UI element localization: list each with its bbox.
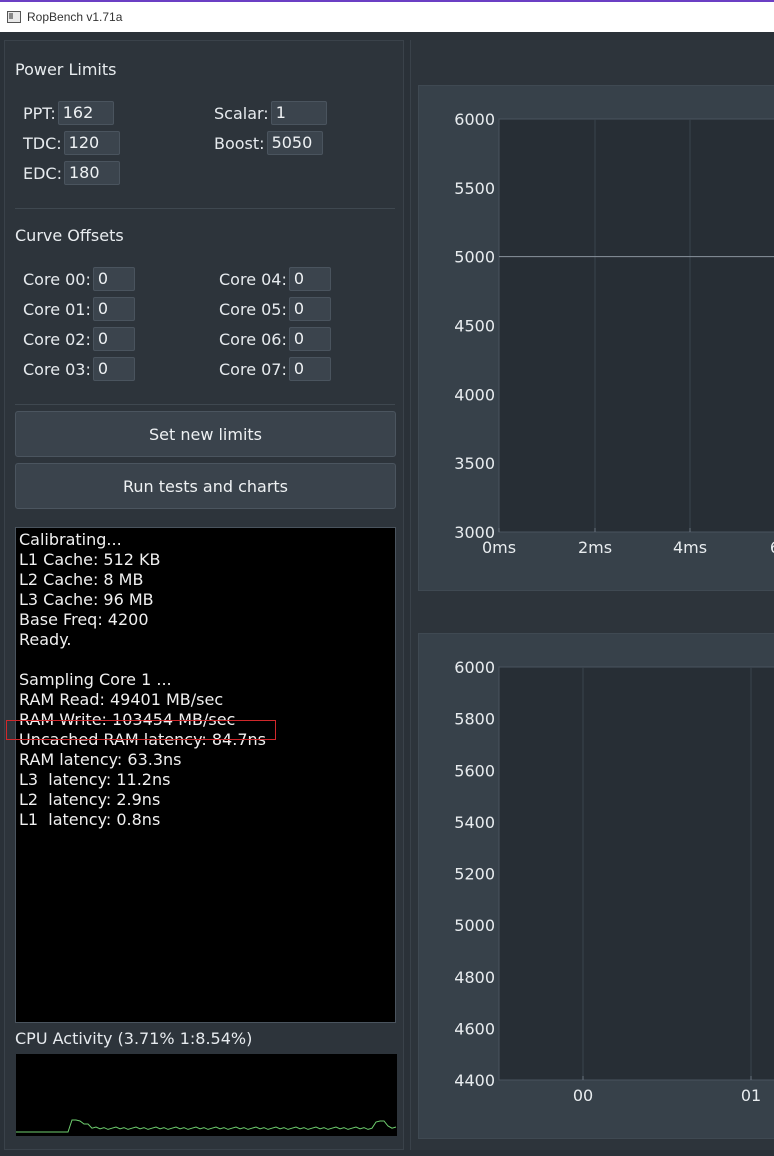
console-line: Ready. xyxy=(19,630,72,649)
edc-row: EDC: 180 xyxy=(23,161,120,185)
core-00-label: Core 00: xyxy=(23,269,91,289)
power-limits-title: Power Limits xyxy=(15,60,117,79)
y-tick-label: 4800 xyxy=(454,968,495,987)
x-tick-label: 0ms xyxy=(482,538,516,557)
app-icon xyxy=(7,11,21,23)
core-07-input[interactable]: 0 xyxy=(288,357,331,381)
console-line: L2 latency: 2.9ns xyxy=(19,790,161,809)
core-06-input[interactable]: 0 xyxy=(288,327,331,351)
x-tick-label: 4ms xyxy=(673,538,707,557)
edc-label: EDC: xyxy=(23,163,62,183)
core-02-label: Core 02: xyxy=(23,329,91,349)
core-04-input[interactable]: 0 xyxy=(288,267,331,291)
x-tick-label: 00 xyxy=(573,1086,593,1105)
console-line: RAM Write: 103454 MB/sec xyxy=(19,710,236,729)
frequency-time-chart: 60005500500045004000350030000ms2ms4ms6 xyxy=(418,85,774,591)
scalar-row: Scalar: 1 xyxy=(214,101,327,125)
core-05-row: Core 05: 0 xyxy=(219,297,331,321)
y-tick-label: 6000 xyxy=(454,110,495,129)
core-06-label: Core 06: xyxy=(219,329,287,349)
set-new-limits-button[interactable]: Set new limits xyxy=(15,411,396,457)
y-tick-label: 5000 xyxy=(454,248,495,267)
console-line: Calibrating... xyxy=(19,530,122,549)
x-tick-label: 01 xyxy=(741,1086,761,1105)
console-line: L3 latency: 11.2ns xyxy=(19,770,171,789)
core-04-label: Core 04: xyxy=(219,269,287,289)
section-divider xyxy=(15,404,395,405)
per-core-frequency-chart: 6000 5800 5600 5400 5200 5000 4800 4600 4400 00 01 xyxy=(418,633,774,1139)
console-line: RAM Read: 49401 MB/sec xyxy=(19,690,224,709)
console-line: L2 Cache: 8 MB xyxy=(19,570,144,589)
tdc-input[interactable]: 120 xyxy=(63,131,120,155)
console-line: L3 Cache: 96 MB xyxy=(19,590,154,609)
console-line: RAM latency: 63.3ns xyxy=(19,750,182,769)
console-line: Uncached RAM latency: 84.7ns xyxy=(6,720,392,750)
core-01-label: Core 01: xyxy=(23,299,91,319)
settings-panel: Power Limits PPT: 162 TDC: 120 EDC: 180 … xyxy=(4,40,404,1150)
ppt-row: PPT: 162 xyxy=(23,101,114,125)
core-04-row: Core 04: 0 xyxy=(219,267,331,291)
y-tick-label: 4000 xyxy=(454,385,495,404)
curve-offsets-title: Curve Offsets xyxy=(15,226,124,245)
core-05-input[interactable]: 0 xyxy=(288,297,331,321)
core-03-label: Core 03: xyxy=(23,359,91,379)
tdc-label: TDC: xyxy=(23,133,62,153)
core-03-input[interactable]: 0 xyxy=(92,357,135,381)
core-05-label: Core 05: xyxy=(219,299,287,319)
ppt-label: PPT: xyxy=(23,103,56,123)
core-07-row: Core 07: 0 xyxy=(219,357,331,381)
core-03-row: Core 03: 0 xyxy=(23,357,135,381)
y-tick-label: 5400 xyxy=(454,813,495,832)
core-00-row: Core 00: 0 xyxy=(23,267,135,291)
core-02-input[interactable]: 0 xyxy=(92,327,135,351)
y-tick-label: 4600 xyxy=(454,1019,495,1038)
plot-area xyxy=(498,118,774,533)
boost-row: Boost: 5050 xyxy=(214,131,323,155)
console-line: L1 latency: 0.8ns xyxy=(19,810,161,829)
cpu-activity-label: CPU Activity (3.71% 1:8.54%) xyxy=(15,1029,253,1048)
y-tick-label: 4400 xyxy=(454,1071,495,1090)
core-06-row: Core 06: 0 xyxy=(219,327,331,351)
window-titlebar: RopBench v1.71a xyxy=(0,0,774,32)
y-tick-label: 6000 xyxy=(454,658,495,677)
run-tests-button[interactable]: Run tests and charts xyxy=(15,463,396,509)
core-01-input[interactable]: 0 xyxy=(92,297,135,321)
cpu-activity-svg xyxy=(16,1119,397,1133)
output-console[interactable]: Calibrating... L1 Cache: 512 KB L2 Cache: … xyxy=(6,527,396,1023)
core-01-row: Core 01: 0 xyxy=(23,297,135,321)
y-tick-label: 3500 xyxy=(454,454,495,473)
plot-area xyxy=(498,666,774,1081)
console-line: L1 Cache: 512 KB xyxy=(19,550,161,569)
y-tick-label: 5800 xyxy=(454,710,495,729)
cpu-activity-graph xyxy=(16,1054,397,1136)
core-02-row: Core 02: 0 xyxy=(23,327,135,351)
console-line: Base Freq: 4200 xyxy=(19,610,149,629)
y-tick-label: 5600 xyxy=(454,761,495,780)
cpu-activity-trace xyxy=(16,1119,397,1133)
per-core-frequency-svg: 6000 5800 5600 5400 5200 5000 4800 4600 4400 00 01 xyxy=(454,658,774,1105)
boost-label: Boost: xyxy=(214,133,265,153)
window-title: RopBench v1.71a xyxy=(27,10,123,24)
boost-input[interactable]: 5050 xyxy=(266,131,323,155)
ppt-input[interactable]: 162 xyxy=(57,101,114,125)
y-tick-label: 5500 xyxy=(454,179,495,198)
console-line: Sampling Core 1 ... xyxy=(19,670,172,689)
y-tick-label: 5200 xyxy=(454,865,495,884)
frequency-time-svg: 60005500500045004000350030000ms2ms4ms6 xyxy=(454,110,774,557)
core-00-input[interactable]: 0 xyxy=(92,267,135,291)
y-tick-label: 4500 xyxy=(454,317,495,336)
core-07-label: Core 07: xyxy=(219,359,287,379)
y-tick-label: 5000 xyxy=(454,916,495,935)
section-divider xyxy=(15,208,395,209)
edc-input[interactable]: 180 xyxy=(64,161,120,185)
scalar-label: Scalar: xyxy=(214,103,269,123)
x-tick-label: 2ms xyxy=(578,538,612,557)
x-tick-label: 6 xyxy=(770,538,774,557)
scalar-input[interactable]: 1 xyxy=(270,101,327,125)
tdc-row: TDC: 120 xyxy=(23,131,120,155)
